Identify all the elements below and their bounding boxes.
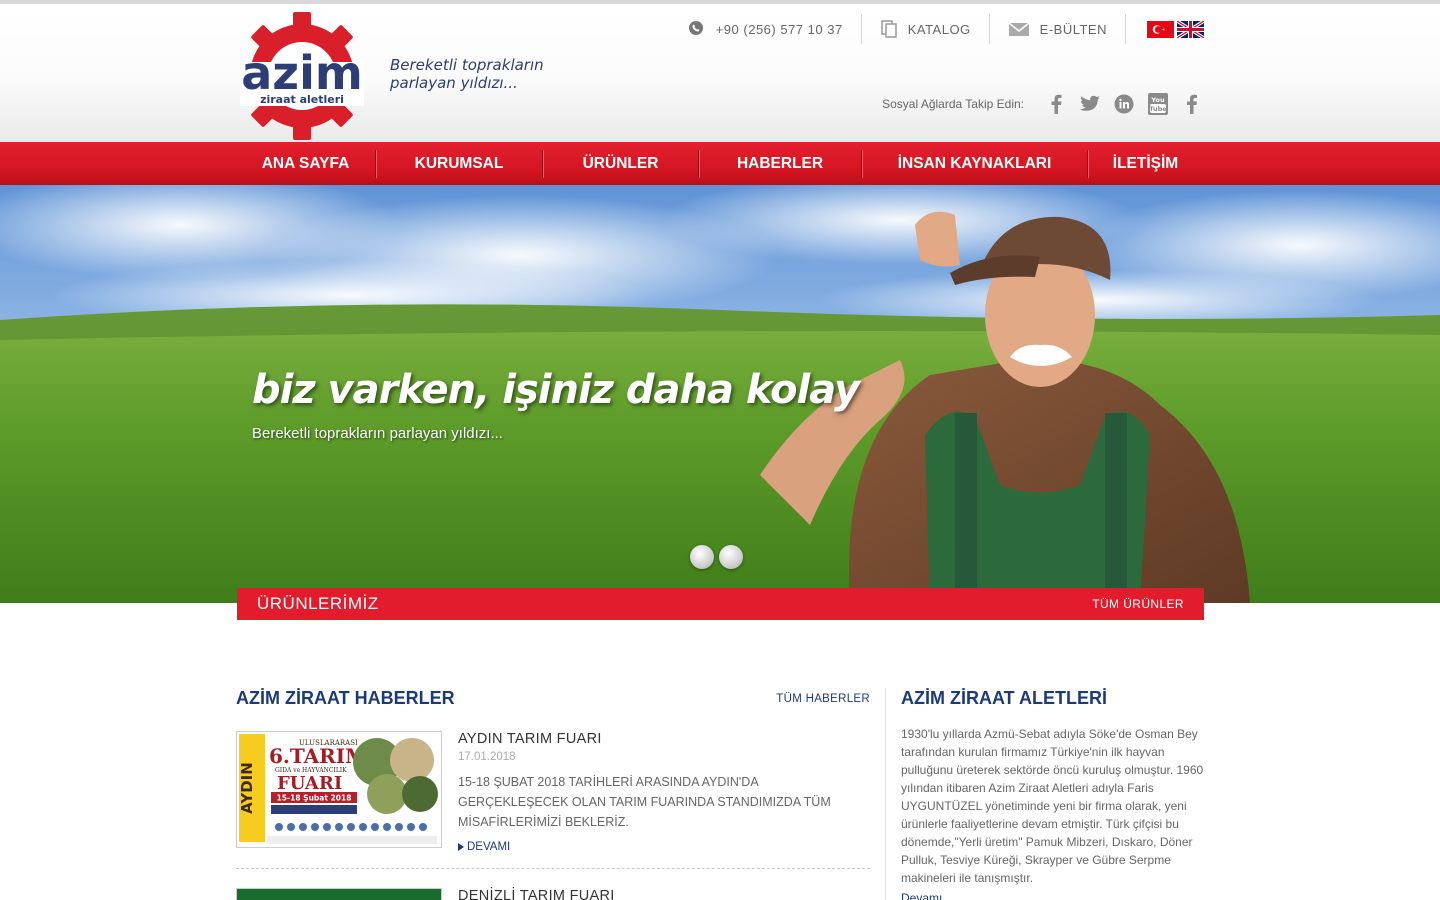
nav-item-about[interactable]: KURUMSAL xyxy=(376,142,542,185)
hero-title: biz varken, işiniz daha kolay xyxy=(252,367,860,413)
hero-subtitle: Bereketli toprakların parlayan yıldızı..… xyxy=(252,425,503,442)
azim-logo[interactable]: azim ziraat aletleri xyxy=(238,10,366,142)
hero-slider[interactable]: biz varken, işiniz daha kolay Bereketli … xyxy=(0,185,1440,603)
site-header: azim ziraat aletleri Bereketli topraklar… xyxy=(0,0,1440,142)
top-bar: +90 (256) 577 10 37 KATALOG E-BÜLTEN xyxy=(670,14,1205,44)
nav-label: İNSAN KAYNAKLARI xyxy=(897,154,1052,172)
slogan-line1: Bereketli toprakların xyxy=(390,56,544,74)
language-switcher xyxy=(1126,14,1205,44)
turkish-flag-icon[interactable] xyxy=(1147,20,1174,38)
phone-icon xyxy=(688,20,706,38)
triangle-right-icon xyxy=(458,843,464,851)
facebook-alt-icon[interactable] xyxy=(1180,92,1204,116)
news-header: AZİM ZİRAAT HABERLER TÜM HABERLER xyxy=(236,688,870,709)
products-title: ÜRÜNLERİMİZ xyxy=(257,594,379,613)
products-bar: ÜRÜNLERİMİZ TÜM ÜRÜNLER xyxy=(237,588,1204,620)
catalog-link[interactable]: KATALOG xyxy=(862,14,990,44)
youtube-icon[interactable]: You Tube xyxy=(1146,92,1170,116)
twitter-icon[interactable] xyxy=(1078,92,1102,116)
news-item-title[interactable]: DENİZLİ TARIM FUARI xyxy=(458,888,870,900)
about-section: AZİM ZİRAAT ALETLERİ 1930'lu yıllarda Az… xyxy=(901,688,1204,900)
linkedin-icon[interactable] xyxy=(1112,92,1136,116)
about-text: 1930'lu yıllarda Azmü-Sebat adıyla Söke'… xyxy=(901,727,1204,885)
about-more-link[interactable]: Devamı xyxy=(901,891,1204,900)
slider-dot[interactable] xyxy=(690,545,714,569)
nav-item-contact[interactable]: İLETİŞİM xyxy=(1088,142,1203,185)
news-more-label: DEVAMI xyxy=(467,841,511,853)
slogan-line2: parlayan yıldızı... xyxy=(390,74,518,92)
news-thumbnail[interactable] xyxy=(236,888,442,900)
column-divider xyxy=(885,688,886,900)
news-thumbnail[interactable]: AYDIN ULUSLARARASI 6.TARIM GIDA ve HAYVA… xyxy=(236,731,442,848)
thumb-line5: 15-18 Şubat 2018 xyxy=(277,794,352,803)
nav-label: HABERLER xyxy=(736,154,824,172)
news-item-title[interactable]: AYDIN TARIM FUARI xyxy=(458,731,870,747)
thumb-line2: 6.TARIM xyxy=(269,744,367,768)
phone-number: +90 (256) 577 10 37 xyxy=(715,21,843,37)
nav-label: ÜRÜNLER xyxy=(582,154,659,172)
nav-label: ANA SAYFA xyxy=(261,154,350,172)
news-item-text: 15-18 ŞUBAT 2018 TARİHLERİ ARASINDA AYDI… xyxy=(458,775,831,829)
nav-item-hr[interactable]: İNSAN KAYNAKLARI xyxy=(862,142,1087,185)
thumb-line4: FUARI xyxy=(277,773,342,794)
newsletter-link[interactable]: E-BÜLTEN xyxy=(990,14,1126,44)
about-title: AZİM ZİRAAT ALETLERİ xyxy=(901,688,1107,708)
nav-label: KURUMSAL xyxy=(414,154,504,172)
document-icon xyxy=(880,20,898,38)
catalog-label: KATALOG xyxy=(907,21,971,37)
news-item-date: 17.01.2018 xyxy=(458,751,516,763)
thumb-side-text: AYDIN xyxy=(238,762,256,814)
news-body: DENİZLİ TARIM FUARI xyxy=(458,888,870,900)
uk-flag-icon[interactable] xyxy=(1176,19,1205,39)
nav-item-products[interactable]: ÜRÜNLER xyxy=(543,142,698,185)
newsletter-label: E-BÜLTEN xyxy=(1039,21,1107,37)
all-products-link[interactable]: TÜM ÜRÜNLER xyxy=(1092,597,1184,611)
news-title: AZİM ZİRAAT HABERLER xyxy=(236,688,455,708)
logo-text: azim xyxy=(241,46,363,100)
news-body: AYDIN TARIM FUARI 17.01.2018 15-18 ŞUBAT… xyxy=(458,731,870,853)
slider-pagination xyxy=(690,545,748,569)
all-news-link[interactable]: TÜM HABERLER xyxy=(776,693,870,705)
slider-dot[interactable] xyxy=(719,545,743,569)
facebook-icon[interactable] xyxy=(1044,92,1068,116)
news-more-link[interactable]: DEVAMI xyxy=(458,841,870,853)
slogan: Bereketli toprakların parlayan yıldızı..… xyxy=(390,56,544,92)
main-nav: ANA SAYFA KURUMSAL ÜRÜNLER HABERLER İNSA… xyxy=(0,142,1440,185)
nav-item-home[interactable]: ANA SAYFA xyxy=(236,142,375,185)
news-divider xyxy=(236,868,870,869)
social-links: Sosyal Ağlarda Takip Edin: You Tube xyxy=(882,92,1204,116)
logo-subtext: ziraat aletleri xyxy=(260,93,344,106)
envelope-icon xyxy=(1008,20,1030,38)
phone-link[interactable]: +90 (256) 577 10 37 xyxy=(670,14,862,44)
svg-text:Tube: Tube xyxy=(1149,105,1167,113)
social-label: Sosyal Ağlarda Takip Edin: xyxy=(882,97,1024,111)
nav-label: İLETİŞİM xyxy=(1112,154,1179,172)
svg-text:You: You xyxy=(1150,96,1165,104)
nav-item-news[interactable]: HABERLER xyxy=(699,142,861,185)
